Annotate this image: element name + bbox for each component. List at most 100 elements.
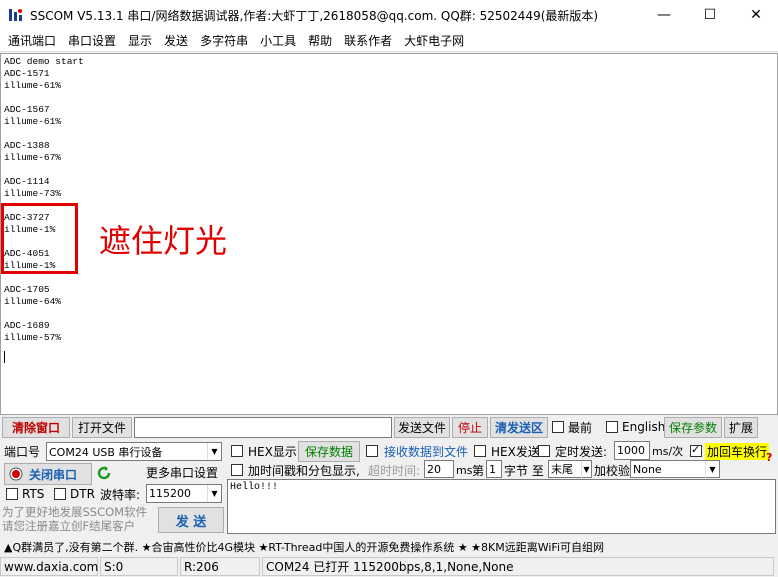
promo-line-1[interactable]: 为了更好地发展SSCOM软件: [2, 505, 147, 519]
status-sent-count: S:0: [100, 557, 178, 576]
send-text-area[interactable]: Hello!!!: [227, 479, 776, 534]
chevron-down-icon: ▼: [581, 461, 591, 478]
add-crlf-option: 加回车换行: [690, 441, 770, 461]
hex-display-checkbox[interactable]: [231, 445, 243, 457]
interval-input[interactable]: 1000: [614, 441, 650, 460]
help-icon[interactable]: ?: [766, 447, 772, 467]
refresh-icon[interactable]: [96, 465, 112, 481]
port-status-icon: [9, 467, 23, 481]
send-button[interactable]: 发 送: [158, 507, 224, 533]
timed-send-label: 定时发送:: [555, 444, 608, 459]
menu-contact-author[interactable]: 联系作者: [338, 31, 398, 51]
baud-select-value: 115200: [149, 487, 191, 500]
file-toolbar: 清除窗口 打开文件 发送文件 停止 清发送区 最前 English 保存参数 扩…: [0, 417, 778, 438]
highlight-box: [1, 203, 78, 274]
english-label: English: [622, 420, 666, 434]
english-option: English: [606, 417, 665, 437]
topmost-option: 最前: [552, 417, 592, 437]
byte-to-select[interactable]: 末尾 ▼: [548, 460, 592, 478]
menu-daxia-website[interactable]: 大虾电子网: [398, 31, 470, 51]
promo-line-2[interactable]: 请您注册嘉立创F结尾客户: [2, 519, 135, 533]
baud-label: 波特率:: [100, 487, 141, 502]
timestamp-checkbox[interactable]: [231, 464, 243, 476]
checksum-select[interactable]: None ▼: [630, 460, 720, 478]
checksum-value: None: [633, 462, 662, 476]
add-crlf-checkbox[interactable]: [690, 443, 702, 457]
close-port-label: 关闭串口: [29, 467, 78, 482]
timestamp-option: 加时间戳和分包显示,: [231, 460, 360, 480]
byte-label: 字节 至: [504, 463, 544, 478]
menu-help[interactable]: 帮助: [302, 31, 338, 51]
receive-output-text: ADC demo start ADC-1571 illume-61% ADC-1…: [4, 56, 84, 343]
menu-display[interactable]: 显示: [122, 31, 158, 51]
timed-send-option: 定时发送:: [538, 441, 607, 461]
chevron-down-icon: ▼: [207, 485, 221, 502]
topmost-checkbox[interactable]: [552, 421, 564, 433]
timeout-unit: ms: [456, 463, 473, 477]
hex-send-label: HEX发送: [491, 444, 540, 459]
recv-to-file-option: 接收数据到文件: [366, 441, 468, 461]
more-serial-settings[interactable]: 更多串口设置: [146, 462, 218, 482]
dtr-option: DTR: [54, 484, 95, 504]
receive-output-area[interactable]: ADC demo start ADC-1571 illume-61% ADC-1…: [0, 53, 778, 415]
port-label: 端口号: [4, 444, 41, 459]
status-port-state: COM24 已打开 115200bps,8,1,None,None: [262, 557, 774, 576]
topmost-label: 最前: [568, 420, 593, 435]
timeout-label: 超时时间:: [368, 463, 421, 478]
rts-label: RTS: [22, 487, 45, 501]
hex-send-checkbox[interactable]: [474, 445, 486, 457]
timed-send-checkbox[interactable]: [538, 445, 550, 457]
save-data-button[interactable]: 保存数据: [298, 441, 360, 462]
byte-from-input[interactable]: 1: [486, 460, 502, 478]
title-bar: SSCOM V5.13.1 串口/网络数据调试器,作者:大虾丁丁,2618058…: [0, 0, 778, 30]
window-title: SSCOM V5.13.1 串口/网络数据调试器,作者:大虾丁丁,2618058…: [30, 8, 599, 23]
maximize-button[interactable]: ☐: [688, 0, 732, 30]
dtr-label: DTR: [70, 487, 95, 501]
menu-comm-port[interactable]: 通讯端口: [2, 31, 62, 51]
rts-checkbox[interactable]: [6, 488, 18, 500]
status-received-count: R:206: [180, 557, 260, 576]
close-port-button[interactable]: 关闭串口: [4, 463, 92, 485]
annotation-text: 遮住灯光: [99, 222, 228, 260]
english-checkbox[interactable]: [606, 421, 618, 433]
status-bar: www.daxia.com S:0 R:206 COM24 已打开 115200…: [0, 557, 778, 577]
hex-display-option: HEX显示: [231, 441, 297, 461]
menu-serial-settings[interactable]: 串口设置: [62, 31, 122, 51]
checksum-label: 加校验: [594, 463, 631, 478]
minimize-button[interactable]: —: [642, 0, 686, 30]
menu-tools[interactable]: 小工具: [254, 31, 302, 51]
dtr-checkbox[interactable]: [54, 488, 66, 500]
send-file-button[interactable]: 发送文件: [394, 417, 450, 438]
save-params-button[interactable]: 保存参数: [664, 417, 722, 438]
rts-option: RTS: [6, 484, 44, 504]
baud-select[interactable]: 115200 ▼: [146, 484, 222, 503]
menu-multi-string[interactable]: 多字符串: [194, 31, 254, 51]
status-website[interactable]: www.daxia.com: [0, 557, 98, 576]
file-path-input[interactable]: [134, 417, 392, 438]
text-cursor: [4, 351, 5, 363]
hex-display-label: HEX显示: [248, 444, 297, 459]
port-select[interactable]: COM24 USB 串行设备 ▼: [46, 442, 222, 461]
open-file-button[interactable]: 打开文件: [72, 417, 132, 438]
add-crlf-label: 加回车换行: [705, 442, 770, 460]
clear-window-button[interactable]: 清除窗口: [2, 417, 70, 438]
timestamp-label: 加时间戳和分包显示,: [248, 463, 360, 478]
byte-prefix: 第: [472, 463, 485, 478]
recv-to-file-label: 接收数据到文件: [384, 444, 469, 459]
news-ticker[interactable]: ▲Q群满员了,没有第二个群. ★合宙高性价比4G模块 ★RT-Thread中国人…: [0, 537, 778, 556]
port-select-value: COM24 USB 串行设备: [49, 445, 163, 459]
clear-send-button[interactable]: 清发送区: [490, 417, 548, 438]
hex-send-option: HEX发送: [474, 441, 540, 461]
timeout-input[interactable]: 20: [424, 460, 454, 478]
menu-send[interactable]: 发送: [158, 31, 194, 51]
close-button[interactable]: ✕: [734, 0, 778, 30]
recv-to-file-checkbox[interactable]: [366, 445, 378, 457]
menu-bar: 通讯端口 串口设置 显示 发送 多字符串 小工具 帮助 联系作者 大虾电子网: [0, 30, 778, 52]
expand-button[interactable]: 扩展: [724, 417, 758, 438]
chevron-down-icon: ▼: [705, 461, 719, 478]
byte-to-value: 末尾: [551, 463, 573, 476]
chevron-down-icon: ▼: [207, 443, 221, 460]
app-icon: [9, 9, 22, 21]
stop-button[interactable]: 停止: [452, 417, 488, 438]
interval-unit: ms/次: [652, 445, 684, 458]
